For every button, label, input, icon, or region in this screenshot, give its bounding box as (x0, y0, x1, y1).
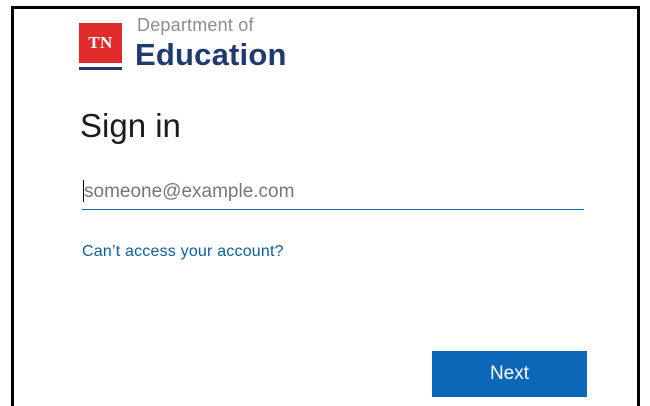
next-button[interactable]: Next (432, 351, 587, 397)
logo-education-text: Education (135, 37, 287, 72)
tn-badge-underline (79, 67, 122, 70)
text-caret (83, 180, 84, 202)
sign-in-panel: TN Department of Education Sign in Can’t… (11, 6, 640, 406)
logo-department-text: Department of (137, 15, 254, 35)
email-field[interactable] (82, 175, 584, 209)
cant-access-account-link[interactable]: Can’t access your account? (82, 243, 284, 261)
page-title: Sign in (80, 107, 181, 144)
tn-badge: TN (79, 23, 122, 63)
email-field-wrapper (82, 175, 584, 210)
